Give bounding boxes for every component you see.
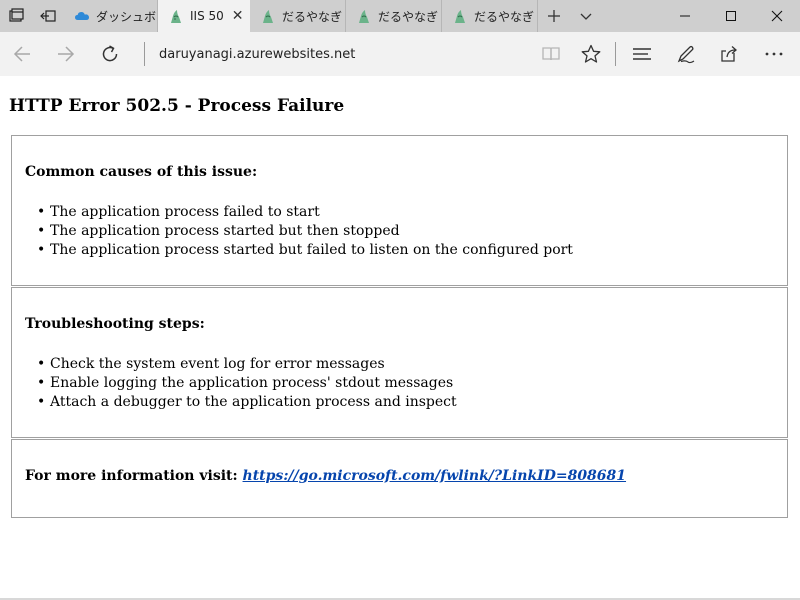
troubleshooting-heading: Troubleshooting steps: — [25, 316, 205, 332]
minimize-icon — [680, 15, 690, 17]
chevron-down-icon — [580, 13, 592, 20]
minimize-button[interactable] — [662, 0, 708, 32]
tab-label: だるやなぎ — [282, 9, 343, 24]
more-info-panel: For more information visit: https://go.m… — [11, 439, 788, 518]
maximize-icon — [726, 11, 736, 21]
toolbar-divider — [615, 42, 616, 66]
darumayanagi-favicon — [263, 10, 273, 23]
forward-button[interactable] — [44, 32, 88, 76]
close-icon — [771, 10, 783, 22]
pen-icon — [677, 45, 695, 64]
tab-daruyanagi-1[interactable]: だるやなぎ — [250, 0, 346, 32]
set-tabs-aside-button[interactable] — [32, 0, 64, 32]
arrow-right-icon — [58, 46, 75, 62]
causes-heading: Common causes of this issue: — [25, 164, 258, 180]
troubleshooting-panel: Troubleshooting steps: Check the system … — [11, 287, 788, 438]
list-item: The application process started but fail… — [37, 241, 573, 260]
darumayanagi-favicon — [171, 10, 181, 23]
list-item: The application process started but then… — [37, 222, 573, 241]
set-tabs-aside-icon — [40, 10, 56, 22]
list-item: The application process failed to start — [37, 203, 573, 222]
tabs-aside-icon — [9, 8, 24, 22]
tab-daruyanagi-3[interactable]: だるやなぎ — [442, 0, 538, 32]
tab-strip: ダッシュボー IIS 50 ✕ だるやなぎ だるやなぎ だるやなぎ — [0, 0, 800, 32]
causes-panel: Common causes of this issue: The applica… — [11, 135, 788, 286]
arrow-left-icon — [13, 46, 30, 62]
back-button[interactable] — [0, 32, 44, 76]
tab-dashboard[interactable]: ダッシュボー — [64, 0, 158, 32]
web-note-button[interactable] — [664, 32, 708, 76]
troubleshooting-list: Check the system event log for error mes… — [37, 355, 457, 412]
tab-preview-toggle[interactable] — [570, 0, 602, 32]
tab-label: IIS 50 — [190, 9, 224, 23]
tab-label: だるやなぎ — [474, 9, 535, 24]
hub-button[interactable] — [620, 32, 664, 76]
more-info-label: For more information visit: — [25, 468, 238, 484]
list-item: Enable logging the application process' … — [37, 374, 457, 393]
more-info-line: For more information visit: https://go.m… — [25, 468, 626, 484]
address-field[interactable]: daruyanagi.azurewebsites.net — [159, 47, 519, 62]
plus-icon — [548, 10, 560, 22]
list-item: Check the system event log for error mes… — [37, 355, 457, 374]
star-icon — [581, 44, 601, 63]
share-icon — [721, 46, 737, 62]
ellipsis-icon — [765, 52, 783, 56]
tab-label: だるやなぎ — [378, 9, 439, 24]
hub-icon — [633, 48, 651, 60]
causes-list: The application process failed to start … — [37, 203, 573, 260]
navigation-bar: daruyanagi.azurewebsites.net — [0, 32, 800, 76]
maximize-button[interactable] — [708, 0, 754, 32]
reading-view-icon — [542, 47, 560, 61]
refresh-button[interactable] — [88, 32, 132, 76]
refresh-icon — [102, 45, 118, 62]
reading-view-button[interactable] — [531, 32, 571, 76]
close-tab-icon[interactable]: ✕ — [232, 8, 244, 24]
tab-iis-error[interactable]: IIS 50 ✕ — [158, 0, 250, 32]
darumayanagi-favicon — [455, 10, 465, 23]
address-divider — [144, 42, 145, 66]
tab-preview-button[interactable] — [0, 0, 32, 32]
azure-cloud-icon — [75, 12, 89, 20]
more-actions-button[interactable] — [752, 32, 796, 76]
more-info-link[interactable]: https://go.microsoft.com/fwlink/?LinkID=… — [243, 468, 627, 484]
close-window-button[interactable] — [754, 0, 800, 32]
tabstrip-drag-area[interactable] — [602, 0, 662, 32]
share-button[interactable] — [708, 32, 752, 76]
page-title: HTTP Error 502.5 - Process Failure — [9, 96, 345, 116]
list-item: Attach a debugger to the application pro… — [37, 393, 457, 412]
tab-label: ダッシュボー — [96, 9, 157, 24]
add-favorite-button[interactable] — [571, 32, 611, 76]
tab-daruyanagi-2[interactable]: だるやなぎ — [346, 0, 442, 32]
darumayanagi-favicon — [359, 10, 369, 23]
new-tab-button[interactable] — [538, 0, 570, 32]
page-content: HTTP Error 502.5 - Process Failure Commo… — [0, 76, 800, 598]
